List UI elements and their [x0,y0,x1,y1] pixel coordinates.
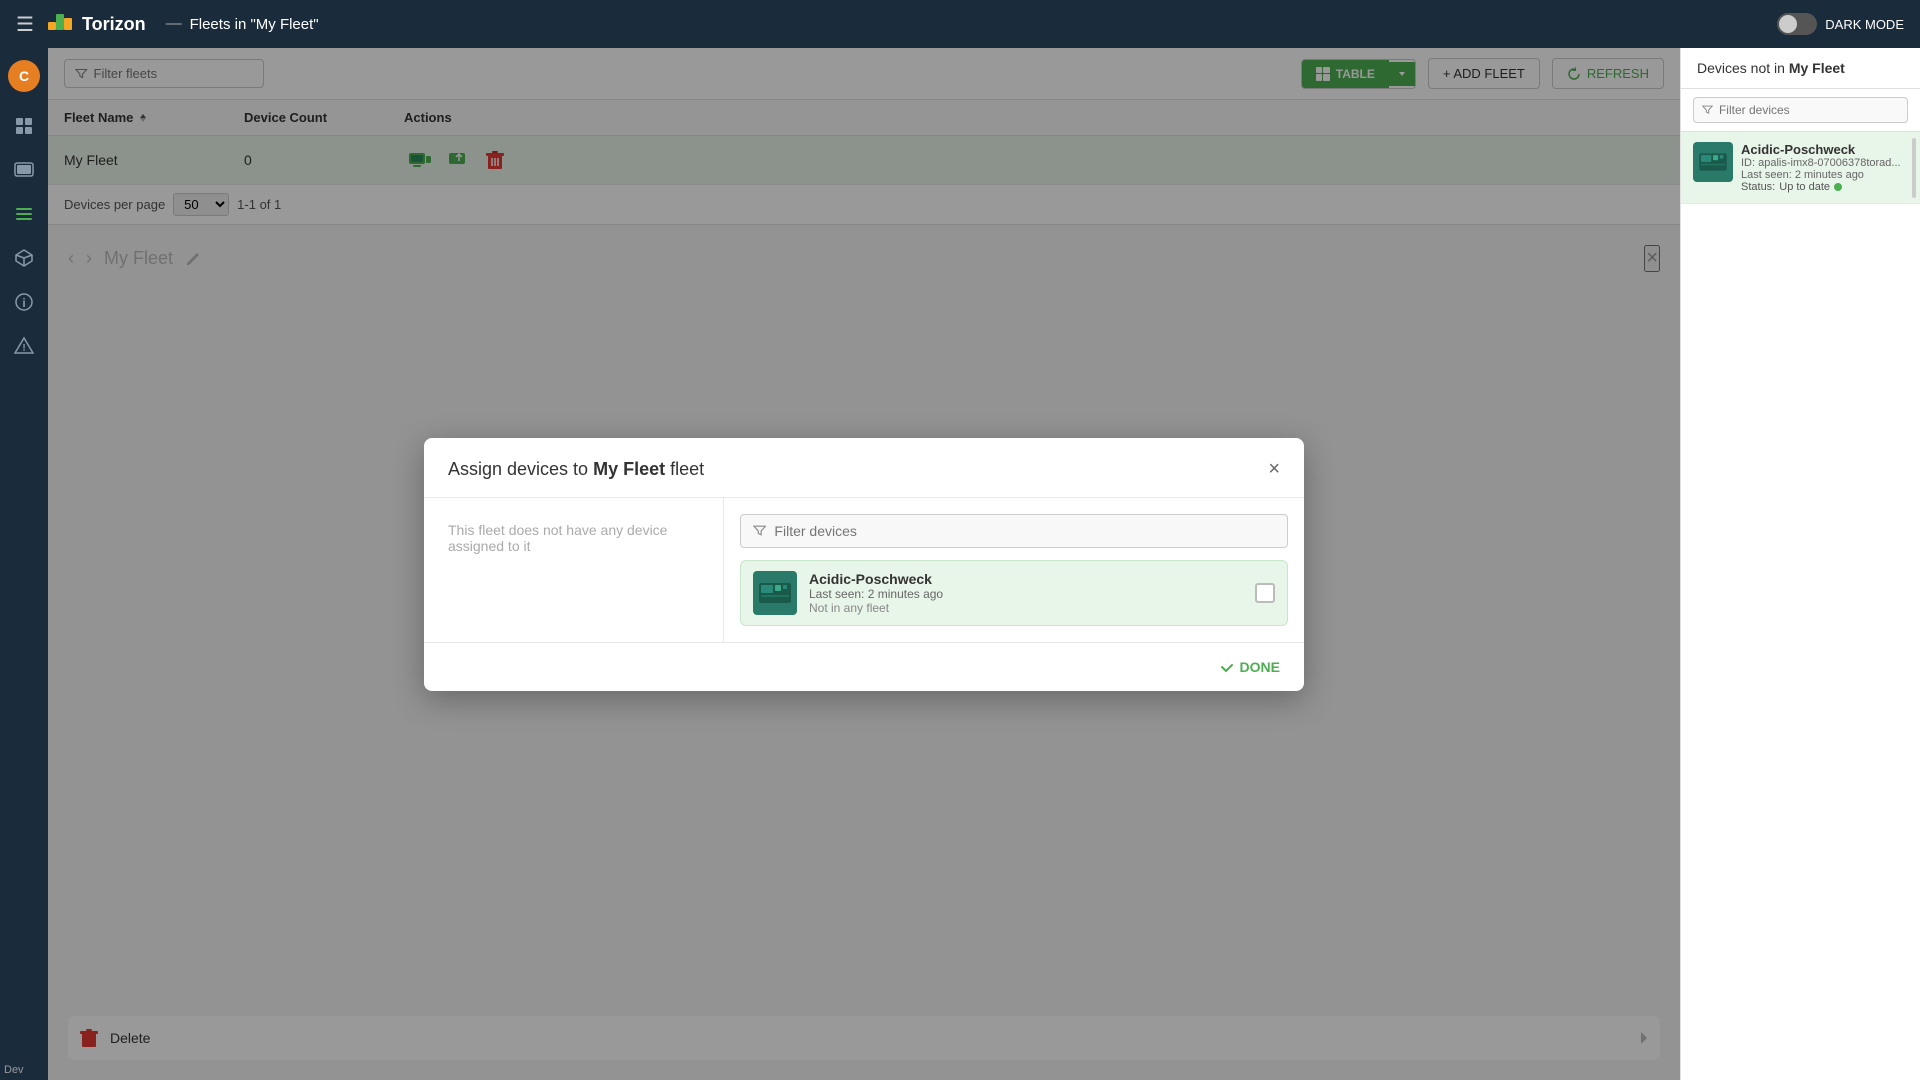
done-button[interactable]: DONE [1212,655,1288,679]
right-device-status: Status: Up to date [1741,181,1908,193]
content-area: TABLE + ADD FLEET REFRESH Fleet Name [48,48,1680,1080]
right-device-id: ID: apalis-imx8-07006378torad... [1741,157,1908,169]
dark-mode-switch[interactable] [1777,13,1817,35]
modal-title: Assign devices to My Fleet fleet [448,459,704,480]
checkmark-icon [1220,660,1234,674]
right-filter-box[interactable] [1693,97,1908,123]
right-panel-filter[interactable] [1681,89,1920,132]
modal-header: Assign devices to My Fleet fleet × [424,438,1304,498]
sidebar-item-devices[interactable] [6,152,42,188]
svg-text:i: i [22,296,25,310]
device-select-checkbox[interactable] [1255,583,1275,603]
dark-mode-toggle[interactable]: DARK MODE [1777,13,1904,35]
sidebar-item-packages[interactable] [6,240,42,276]
assign-devices-modal: Assign devices to My Fleet fleet × This … [424,438,1304,691]
sidebar-item-alerts[interactable]: ! [6,328,42,364]
right-device-info: Acidic-Poschweck ID: apalis-imx8-0700637… [1741,142,1908,193]
right-filter-icon [1702,104,1713,116]
device-last-seen: Last seen: 2 minutes ago [809,587,1243,601]
right-device-last-seen: Last seen: 2 minutes ago [1741,169,1908,181]
nav-divider: — [166,15,182,33]
svg-text:!: ! [22,343,25,354]
menu-icon[interactable]: ☰ [16,12,34,37]
device-name: Acidic-Poschweck [809,571,1243,587]
sidebar-item-info[interactable]: i [6,284,42,320]
navbar: ☰ Torizon — Fleets in "My Fleet" DARK MO… [0,0,1920,48]
logo: Torizon [46,10,146,38]
modal-overlay: Assign devices to My Fleet fleet × This … [48,48,1680,1080]
right-panel-header: Devices not in My Fleet [1681,48,1920,89]
sidebar-item-dashboard[interactable] [6,108,42,144]
right-device-name: Acidic-Poschweck [1741,142,1908,157]
right-panel-device-card[interactable]: Acidic-Poschweck ID: apalis-imx8-0700637… [1681,132,1920,204]
toggle-knob [1779,15,1797,33]
torizon-logo-icon [46,10,74,38]
modal-filter-icon [753,524,766,538]
sidebar: C i ! [0,48,48,1080]
device-fleet-status: Not in any fleet [809,601,1243,615]
main-layout: C i ! [0,48,1920,1080]
right-device-thumbnail [1693,142,1733,182]
modal-device-item: Acidic-Poschweck Last seen: 2 minutes ag… [740,560,1288,626]
modal-body: This fleet does not have any device assi… [424,498,1304,642]
nav-subtitle: Fleets in "My Fleet" [190,16,319,33]
modal-close-button[interactable]: × [1268,458,1280,481]
dev-label: Dev [4,1064,24,1076]
modal-right-panel: Acidic-Poschweck Last seen: 2 minutes ag… [724,498,1304,642]
right-device-board-icon [1697,150,1729,174]
scroll-indicator [1912,138,1916,198]
right-panel: Devices not in My Fleet Acidic-Poschwec [1680,48,1920,1080]
device-info: Acidic-Poschweck Last seen: 2 minutes ag… [809,571,1243,615]
logo-text: Torizon [82,14,146,35]
modal-footer: DONE [424,642,1304,691]
user-avatar[interactable]: C [8,60,40,92]
modal-left-panel: This fleet does not have any device assi… [424,498,724,642]
right-filter-field[interactable] [1719,103,1899,117]
sidebar-item-fleets[interactable] [6,196,42,232]
modal-filter-field[interactable] [774,523,1275,539]
modal-filter-input[interactable] [740,514,1288,548]
device-thumbnail [753,571,797,615]
status-indicator [1834,183,1842,191]
dark-mode-label: DARK MODE [1825,17,1904,32]
device-board-icon [757,579,793,607]
